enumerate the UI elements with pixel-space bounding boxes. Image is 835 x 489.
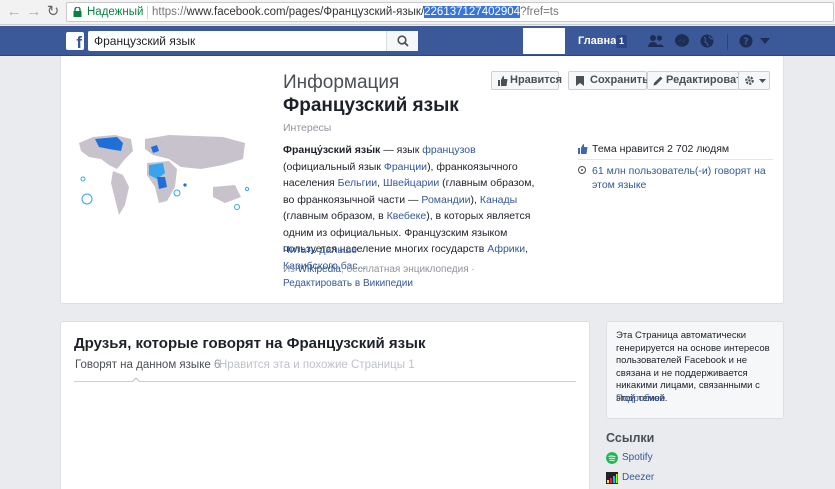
tab-speak-language[interactable]: Говорят на данном языке 6	[75, 359, 220, 371]
friends-card: Друзья, которые говорят на Французский я…	[60, 321, 590, 489]
reload-icon[interactable]: ↻	[45, 3, 61, 21]
speakers-icon	[578, 166, 586, 174]
gear-icon	[745, 76, 754, 85]
facebook-header: f Главная 1 ?	[0, 26, 835, 56]
about-term: Францу́зский язы́к	[283, 144, 381, 156]
source-attribution: Из Wikipedia, бесплатная энциклопедия · …	[283, 263, 545, 291]
chevron-down-icon	[759, 79, 766, 83]
tab-like-similar-label: Нравится эта и похожие Страницы	[219, 359, 405, 371]
url-selected: 226137127402904	[424, 6, 521, 18]
bookmark-icon	[576, 76, 584, 86]
link-deezer-label: Deezer	[622, 472, 655, 483]
url-scheme: https://	[152, 6, 187, 18]
about-link-africa[interactable]: Африки	[487, 243, 525, 255]
likes-stat-label: Тема нравится 2 702 людям	[592, 143, 730, 155]
learn-more-link[interactable]: Подробнее	[616, 393, 665, 404]
friend-requests-icon[interactable]	[648, 34, 664, 48]
globe-notifications-icon[interactable]	[699, 34, 715, 48]
url-query: ?fref=ts	[520, 6, 559, 18]
speakers-stat-label[interactable]: 61 млн пользователь(-и) говорят на этом …	[592, 164, 772, 192]
read-more-link[interactable]: Читать дальше	[283, 244, 357, 256]
home-count-badge: 1	[616, 35, 627, 48]
account-menu-chevron-icon[interactable]	[760, 38, 770, 44]
tab-underline	[74, 381, 576, 382]
svg-text:?: ?	[743, 37, 749, 48]
about-text-part: (главным образом, в	[283, 210, 387, 222]
search-input[interactable]	[88, 31, 418, 51]
like-button-label: Нравится	[510, 74, 563, 86]
auto-generated-notice: Эта Страница автоматически генерируется …	[606, 321, 784, 419]
url-separator	[147, 6, 148, 19]
friends-title: Друзья, которые говорят на Французский я…	[74, 335, 426, 352]
messenger-icon[interactable]	[674, 34, 690, 48]
about-link-french[interactable]: французов	[422, 144, 476, 156]
page-info-card: Информация Французский язык Интересы Нра…	[60, 56, 784, 304]
tab-like-similar-count: 1	[408, 359, 415, 371]
secure-label: Надежный	[87, 6, 144, 18]
search-button[interactable]	[386, 31, 418, 51]
about-text-part: (официальный язык	[283, 160, 384, 173]
page-category[interactable]: Интересы	[283, 122, 331, 134]
tab-like-similar-pages[interactable]: Нравится эта и похожие Страницы 1	[219, 359, 415, 371]
about-link-canada[interactable]: Канады	[480, 194, 517, 206]
more-options-button[interactable]	[738, 71, 770, 90]
facebook-logo-icon[interactable]: f	[66, 32, 84, 50]
about-link-quebec[interactable]: Квебеке	[387, 210, 427, 222]
url-main: www.facebook.com/pages/Французский-язык/	[186, 6, 425, 18]
profile-link[interactable]	[523, 28, 565, 54]
save-button-label: Сохранить	[590, 74, 649, 86]
about-text-part: — язык	[380, 144, 423, 156]
source-from: Из	[283, 264, 298, 275]
pencil-icon	[653, 76, 663, 86]
save-button[interactable]: Сохранить	[568, 71, 649, 90]
url-text[interactable]: https://www.facebook.com/pages/Французск…	[152, 3, 559, 21]
thumbs-up-icon	[578, 144, 588, 154]
source-rest: , бесплатная энциклопедия ·	[340, 264, 475, 275]
spotify-icon	[606, 452, 618, 464]
about-link-switzerland[interactable]: Швейцарии	[383, 177, 439, 189]
forward-arrow-icon[interactable]: →	[26, 3, 42, 21]
like-button[interactable]: Нравится	[491, 71, 563, 90]
links-title: Ссылки	[606, 431, 655, 445]
header-divider	[727, 34, 728, 50]
page-title-name: Французский язык	[283, 95, 459, 116]
page-title: Информация Французский язык	[283, 71, 493, 117]
wikipedia-link[interactable]: Wikipedia	[298, 264, 341, 275]
lock-icon	[73, 7, 82, 17]
about-text-part: ),	[470, 193, 480, 206]
about-text-part: ,	[525, 243, 529, 255]
browser-toolbar: ← → ↻ Надежный https://www.facebook.com/…	[0, 0, 835, 25]
about-link-romandy[interactable]: Романдии	[421, 194, 470, 206]
active-tab-indicator-inner	[132, 379, 140, 383]
stats-divider	[578, 159, 773, 160]
edit-button-label: Редактировать	[666, 74, 749, 86]
about-link-france[interactable]: Франции	[384, 161, 427, 173]
thumbs-up-icon	[498, 76, 508, 86]
search-icon	[397, 35, 409, 47]
help-icon[interactable]: ?	[738, 34, 754, 48]
about-link-belgium[interactable]: Бельгии	[338, 177, 378, 189]
tab-speak-language-label: Говорят на данном языке	[75, 359, 211, 371]
deezer-icon	[606, 472, 618, 484]
link-spotify-label: Spotify	[622, 452, 653, 463]
edit-button[interactable]: Редактировать	[647, 71, 748, 90]
address-bar[interactable]: Надежный https://www.facebook.com/pages/…	[66, 2, 834, 22]
french-speaking-world-map	[79, 135, 250, 215]
edit-wikipedia-link[interactable]: Редактировать в Википедии	[283, 278, 413, 289]
back-arrow-icon[interactable]: ←	[6, 3, 22, 21]
page-title-prefix: Информация	[283, 72, 400, 93]
